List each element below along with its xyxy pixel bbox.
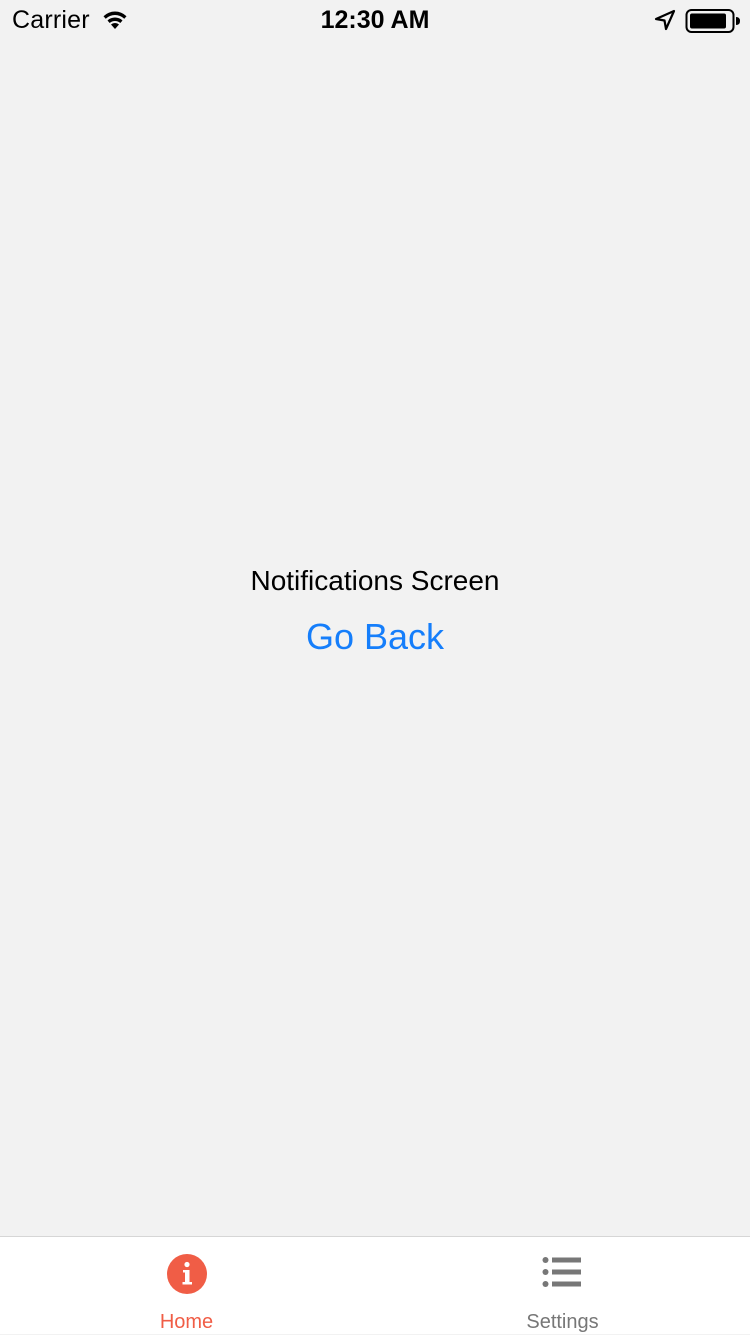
notifications-screen: Notifications Screen Go Back: [0, 40, 750, 1236]
location-icon: [654, 9, 676, 31]
tab-settings-label: Settings: [526, 1311, 599, 1333]
tab-settings[interactable]: Settings: [375, 1237, 750, 1335]
go-back-button[interactable]: Go Back: [275, 614, 475, 660]
tab-bar: Home Settings: [0, 1236, 750, 1334]
info-icon: [167, 1254, 207, 1294]
tab-home[interactable]: Home: [0, 1237, 375, 1335]
screen-title: Notifications Screen: [250, 565, 500, 596]
tab-home-label: Home: [159, 1311, 214, 1333]
list-icon: [542, 1257, 581, 1287]
status-time: 12:30 AM: [320, 6, 430, 34]
status-bar: Carrier 12:30 AM: [0, 0, 750, 40]
battery-icon: [685, 9, 740, 33]
